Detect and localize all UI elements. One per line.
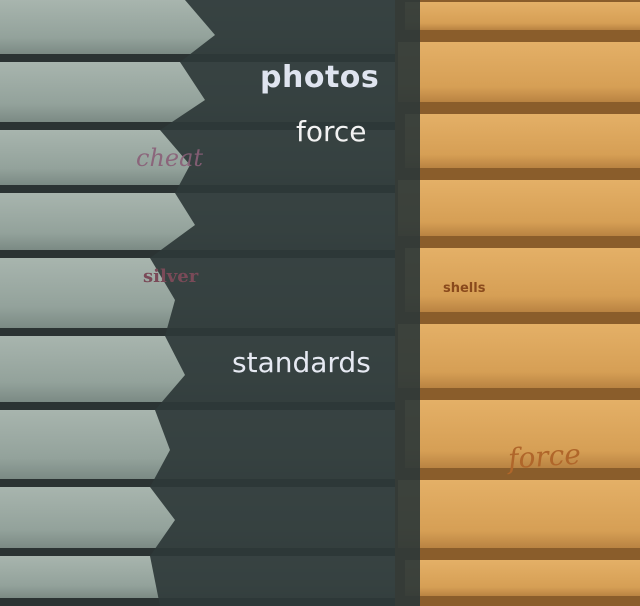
overlay-word-photos: photos — [260, 60, 380, 95]
overlay-word-force-top: force — [296, 115, 367, 148]
overlay-word-shells: shells — [443, 281, 486, 296]
overlay-word-standards: standards — [232, 346, 371, 379]
right-board-edge — [405, 168, 640, 178]
right-board-edge — [398, 388, 640, 398]
overlay-word-force-bottom: force — [506, 437, 582, 476]
right-board — [398, 480, 640, 548]
overlay-word-silver: silver — [143, 266, 199, 287]
right-board — [398, 324, 640, 388]
right-board-edge — [398, 548, 640, 558]
right-board — [398, 42, 640, 102]
photo-scene: photos force cheat silver shells standar… — [0, 0, 640, 606]
right-board-edge — [398, 102, 640, 112]
right-board — [405, 248, 640, 312]
right-board-edge — [398, 236, 640, 246]
right-board — [405, 2, 640, 30]
right-board-edge — [405, 30, 640, 40]
overlay-word-cheat: cheat — [136, 144, 204, 172]
right-board-edge — [405, 312, 640, 322]
right-board — [405, 114, 640, 168]
right-board — [405, 560, 640, 596]
right-board — [398, 180, 640, 236]
right-board-edge — [405, 596, 640, 606]
